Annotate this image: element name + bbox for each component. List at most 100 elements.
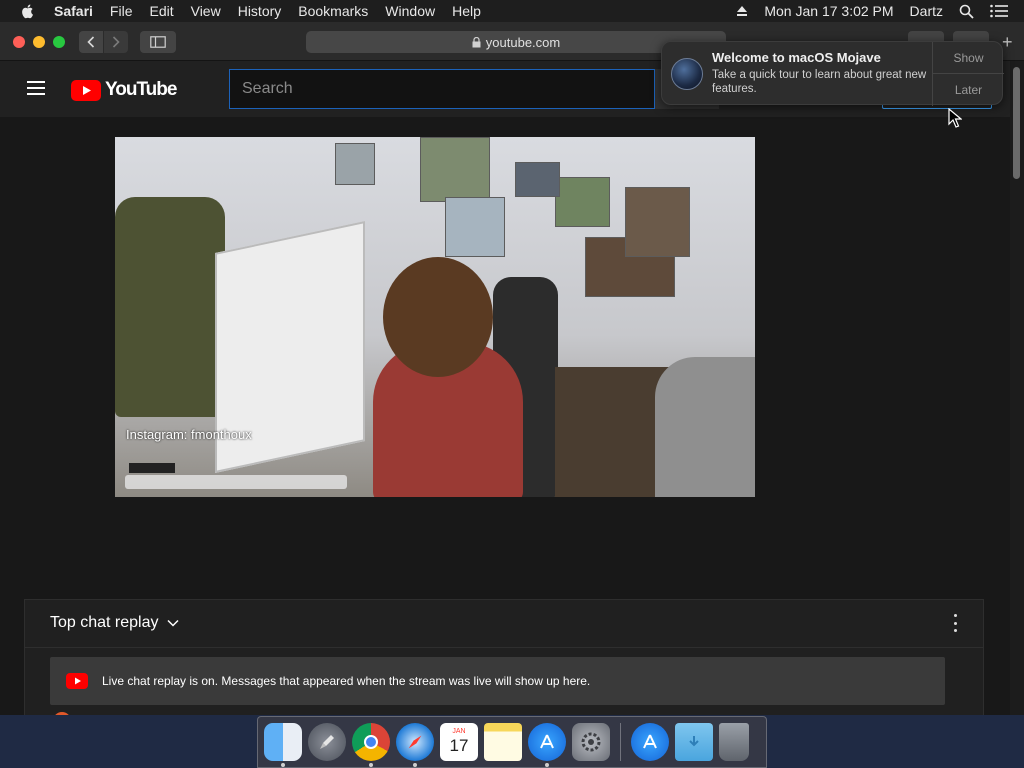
menu-file[interactable]: File [110, 3, 133, 19]
menu-app-name[interactable]: Safari [54, 3, 93, 19]
chat-header: Top chat replay [25, 600, 983, 648]
dock-separator [620, 723, 621, 761]
clock[interactable]: Mon Jan 17 3:02 PM [764, 3, 893, 19]
menu-bookmarks[interactable]: Bookmarks [298, 3, 368, 19]
user-name[interactable]: Dartz [910, 3, 943, 19]
safari-icon[interactable] [396, 723, 434, 767]
video-overlay-caption: Instagram: fmonthoux [126, 427, 252, 442]
dock: JAN 17 [257, 716, 767, 768]
notification-show-button[interactable]: Show [933, 42, 1004, 74]
wall-artwork [515, 162, 560, 197]
wall-artwork [445, 197, 505, 257]
notification-center-icon[interactable] [990, 4, 1008, 18]
trash-icon[interactable] [719, 723, 749, 761]
notification-banner[interactable]: Welcome to macOS Mojave Take a quick tou… [661, 41, 1004, 106]
app-store-downloads-icon[interactable] [631, 723, 669, 761]
chrome-icon[interactable] [352, 723, 390, 767]
notification-title: Welcome to macOS Mojave [712, 50, 881, 65]
lock-icon [472, 36, 481, 47]
lamp [655, 357, 755, 497]
safari-window: youtube.com + YouTube Search Instagram: … [0, 22, 1024, 715]
chat-replay-banner: Live chat replay is on. Messages that ap… [50, 657, 945, 705]
wall-artwork [625, 187, 690, 257]
download-arrow-icon [689, 736, 699, 747]
running-indicator [369, 763, 373, 767]
menu-line [27, 87, 45, 89]
menu-history[interactable]: History [238, 3, 282, 19]
chevron-right-icon [112, 36, 120, 48]
compass-icon [408, 735, 422, 749]
scrollbar-thumb[interactable] [1013, 67, 1020, 179]
url-text: youtube.com [485, 34, 561, 50]
video-ticker-tag [129, 463, 175, 473]
chat-mode-dropdown[interactable]: Top chat replay [50, 614, 179, 632]
page-scrollbar[interactable] [1010, 61, 1024, 715]
dot [953, 614, 957, 617]
video-ticker [125, 475, 347, 489]
chevron-down-icon [166, 619, 179, 627]
menu-edit[interactable]: Edit [149, 3, 173, 19]
youtube-page: YouTube Search Instagram: fmonthoux Top … [0, 61, 1024, 715]
notification-later-button[interactable]: Later [933, 74, 1004, 106]
chat-more-options-button[interactable] [953, 614, 957, 632]
app-store-a-icon [540, 734, 554, 749]
forward-button[interactable] [104, 31, 128, 53]
back-button[interactable] [79, 31, 103, 53]
notification-body: Take a quick tour to learn about great n… [712, 69, 927, 95]
search-placeholder: Search [242, 80, 293, 97]
running-indicator [545, 763, 549, 767]
video-player[interactable]: Instagram: fmonthoux [115, 137, 755, 497]
wall-artwork [555, 177, 610, 227]
chat-title: Top chat replay [50, 614, 159, 631]
notification-actions: Show Later [932, 42, 1004, 106]
apple-menu-icon[interactable] [20, 3, 36, 19]
close-window-button[interactable] [13, 36, 25, 48]
guide-menu-button[interactable] [27, 81, 45, 95]
menu-view[interactable]: View [191, 3, 221, 19]
dot [953, 629, 957, 632]
search-input[interactable]: Search [229, 69, 655, 109]
spotlight-search-icon[interactable] [959, 4, 974, 19]
fullscreen-window-button[interactable] [53, 36, 65, 48]
dot [953, 621, 957, 625]
running-indicator [281, 763, 285, 767]
calendar-icon[interactable]: JAN 17 [440, 723, 478, 761]
notes-icon[interactable] [484, 723, 522, 761]
sidebar-toggle-button[interactable] [140, 31, 176, 53]
downloads-folder-icon[interactable] [675, 723, 713, 761]
chat-replay-message: Live chat replay is on. Messages that ap… [102, 674, 591, 688]
mouse-cursor-icon [948, 108, 962, 128]
launchpad-icon[interactable] [308, 723, 346, 761]
minimize-window-button[interactable] [33, 36, 45, 48]
menu-line [27, 81, 45, 83]
youtube-wordmark: YouTube [105, 79, 177, 100]
macos-mojave-icon [671, 58, 703, 90]
running-indicator [413, 763, 417, 767]
calendar-month: JAN [452, 728, 466, 735]
rocket-icon [320, 735, 334, 749]
app-store-icon[interactable] [528, 723, 566, 767]
finder-icon[interactable] [264, 723, 302, 767]
live-chat-panel: Top chat replay Live chat replay is on. … [24, 599, 984, 715]
menu-window[interactable]: Window [385, 3, 435, 19]
eject-icon[interactable] [736, 5, 748, 17]
menu-bar: Safari File Edit View History Bookmarks … [0, 0, 1024, 22]
gear-icon [581, 732, 601, 752]
menu-bar-status: Mon Jan 17 3:02 PM Dartz [736, 0, 1024, 22]
wall-artwork [335, 143, 375, 185]
avatar [53, 712, 71, 715]
youtube-icon [66, 673, 88, 689]
chevron-left-icon [87, 36, 95, 48]
hanging-coat [115, 197, 225, 417]
sidebar-icon [150, 36, 166, 48]
menu-line [27, 93, 45, 95]
chrome-center [364, 735, 378, 749]
youtube-play-icon [71, 79, 101, 101]
menu-help[interactable]: Help [452, 3, 481, 19]
painter-hair [383, 257, 493, 377]
system-preferences-icon[interactable] [572, 723, 610, 761]
app-store-a-icon [643, 734, 657, 749]
wall-artwork [420, 137, 490, 202]
youtube-logo[interactable]: YouTube [71, 79, 177, 101]
calendar-day: 17 [449, 736, 469, 755]
